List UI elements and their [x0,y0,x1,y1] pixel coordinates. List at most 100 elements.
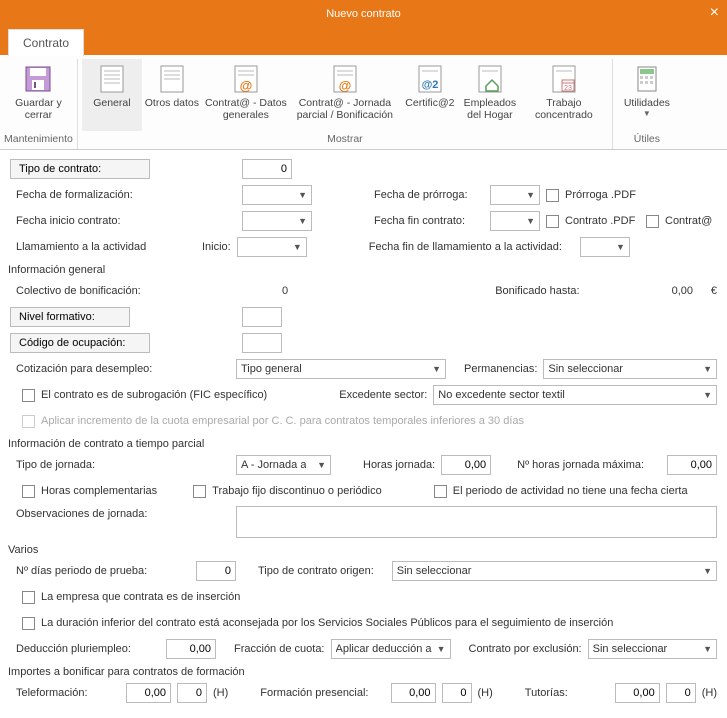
value: 0,00 [672,285,693,297]
label: Fecha de prórroga: [374,189,484,201]
label: Nº horas jornada máxima: [517,459,644,471]
document-icon [156,63,188,95]
document-at2-icon: @2 [414,63,446,95]
calculator-icon [631,63,663,95]
svg-text:@: @ [339,78,352,93]
combo-value: Sin seleccionar [548,363,623,375]
ribbon-empleados-hogar[interactable]: Empleados del Hogar [460,59,520,131]
euro-symbol: € [699,285,717,297]
teleformacion-horas-input[interactable] [177,683,207,703]
periodo-sin-fecha-checkbox[interactable] [434,485,447,498]
ribbon-general[interactable]: General [82,59,142,131]
nivel-formativo-button[interactable]: Nivel formativo: [10,307,130,327]
label: Fecha fin de llamamiento a la actividad: [369,241,562,253]
ribbon-label: General [93,97,130,109]
ribbon-group-label: Útiles [617,131,677,147]
fin-llamamiento-combo[interactable]: ▼ [580,237,630,257]
tipo-jornada-combo[interactable]: A - Jornada a▼ [236,455,331,475]
ribbon-utilidades[interactable]: Utilidades ▼ [617,59,677,131]
ribbon-group-label: Mantenimiento [4,131,73,147]
contrato-exclusion-combo[interactable]: Sin seleccionar▼ [588,639,717,659]
horas-complementarias-checkbox[interactable] [22,485,35,498]
ribbon-trabajo-concentrado[interactable]: 23 Trabajo concentrado [520,59,608,131]
codigo-ocupacion-button[interactable]: Código de ocupación: [10,333,150,353]
svg-text:@: @ [240,78,253,93]
duracion-inferior-checkbox[interactable] [22,617,35,630]
svg-text:23: 23 [564,85,572,92]
label: Cotización para desempleo: [10,363,230,375]
formacion-presencial-euros-input[interactable] [391,683,436,703]
tab-contrato[interactable]: Contrato [8,29,84,56]
document-home-icon [474,63,506,95]
dias-prueba-input[interactable] [196,561,236,581]
ribbon-guardar-cerrar[interactable]: Guardar y cerrar [8,59,68,131]
ribbon: Guardar y cerrar Mantenimiento General O… [0,55,727,150]
label: Horas jornada: [363,459,435,471]
deduccion-input[interactable] [166,639,216,659]
excedente-combo[interactable]: No excedente sector textil▼ [433,385,717,405]
save-icon [22,63,54,95]
ribbon-label: Guardar y cerrar [10,97,66,121]
label: Observaciones de jornada: [10,506,230,520]
chevron-down-icon: ▼ [291,242,304,252]
chevron-down-icon: ▼ [430,364,443,374]
label: La duración inferior del contrato está a… [41,617,613,629]
cotizacion-combo[interactable]: Tipo general▼ [236,359,446,379]
fecha-inicio-combo[interactable]: ▼ [242,211,312,231]
fecha-prorroga-combo[interactable]: ▼ [490,185,540,205]
empresa-insercion-checkbox[interactable] [22,591,35,604]
chevron-down-icon: ▼ [701,364,714,374]
tipo-contrato-button[interactable]: Tipo de contrato: [10,159,150,179]
section-header: Información de contrato a tiempo parcial [8,438,717,450]
label: Aplicar incremento de la cuota empresari… [41,415,524,427]
codigo-ocupacion-input[interactable] [242,333,282,353]
label: (H) [702,687,717,699]
fraccion-combo[interactable]: Aplicar deducción a▼ [331,639,451,659]
window-title: Nuevo contrato [326,8,401,20]
tipo-contrato-input[interactable] [242,159,292,179]
chevron-down-icon: ▼ [296,190,309,200]
ribbon-certific[interactable]: @2 Certific@2 [400,59,460,131]
ribbon-otros-datos[interactable]: Otros datos [142,59,202,131]
document-at-icon: @ [329,63,361,95]
label: Tipo de jornada: [10,459,230,471]
permanencias-combo[interactable]: Sin seleccionar ▼ [543,359,717,379]
contrata-checkbox[interactable] [646,215,659,228]
ribbon-label: Certific@2 [405,97,454,109]
formacion-presencial-horas-input[interactable] [442,683,472,703]
horas-jornada-input[interactable] [441,455,491,475]
svg-text:@2: @2 [421,79,438,91]
prorroga-pdf-checkbox[interactable] [546,189,559,202]
inicio-llamamiento-combo[interactable]: ▼ [237,237,307,257]
combo-value: No excedente sector textil [438,389,565,401]
section-header: Varios [8,544,717,556]
value: 0 [282,285,288,297]
ribbon-label: Otros datos [145,97,199,109]
subrogacion-checkbox[interactable] [22,389,35,402]
ribbon-contrata-jornada[interactable]: @ Contrat@ - Jornada parcial / Bonificac… [290,59,400,131]
label: Bonificado hasta: [495,285,579,297]
label: El contrato es de subrogación (FIC espec… [41,389,267,401]
trabajo-fijo-checkbox[interactable] [193,485,206,498]
chevron-down-icon: ▼ [614,242,627,252]
label: El periodo de actividad no tiene una fec… [453,485,688,497]
tipo-origen-combo[interactable]: Sin seleccionar▼ [392,561,717,581]
label: Horas complementarias [41,485,157,497]
chevron-down-icon: ▼ [643,109,651,118]
contrato-pdf-checkbox[interactable] [546,215,559,228]
tutorias-horas-input[interactable] [666,683,696,703]
horas-maxima-input[interactable] [667,455,717,475]
aplicar-incremento-checkbox [22,415,35,428]
close-icon[interactable]: × [710,4,719,22]
observaciones-textarea[interactable] [236,506,717,538]
chevron-down-icon: ▼ [296,216,309,226]
nivel-formativo-input[interactable] [242,307,282,327]
fecha-formalizacion-combo[interactable]: ▼ [242,185,312,205]
ribbon-label: Contrat@ - Datos generales [204,97,288,121]
fecha-fin-combo[interactable]: ▼ [490,211,540,231]
ribbon-group-mostrar: General Otros datos @ Contrat@ - Datos g… [78,59,613,149]
tutorias-euros-input[interactable] [615,683,660,703]
teleformacion-euros-input[interactable] [126,683,171,703]
ribbon-label: Utilidades [624,97,670,109]
ribbon-contrata-datos[interactable]: @ Contrat@ - Datos generales [202,59,290,131]
